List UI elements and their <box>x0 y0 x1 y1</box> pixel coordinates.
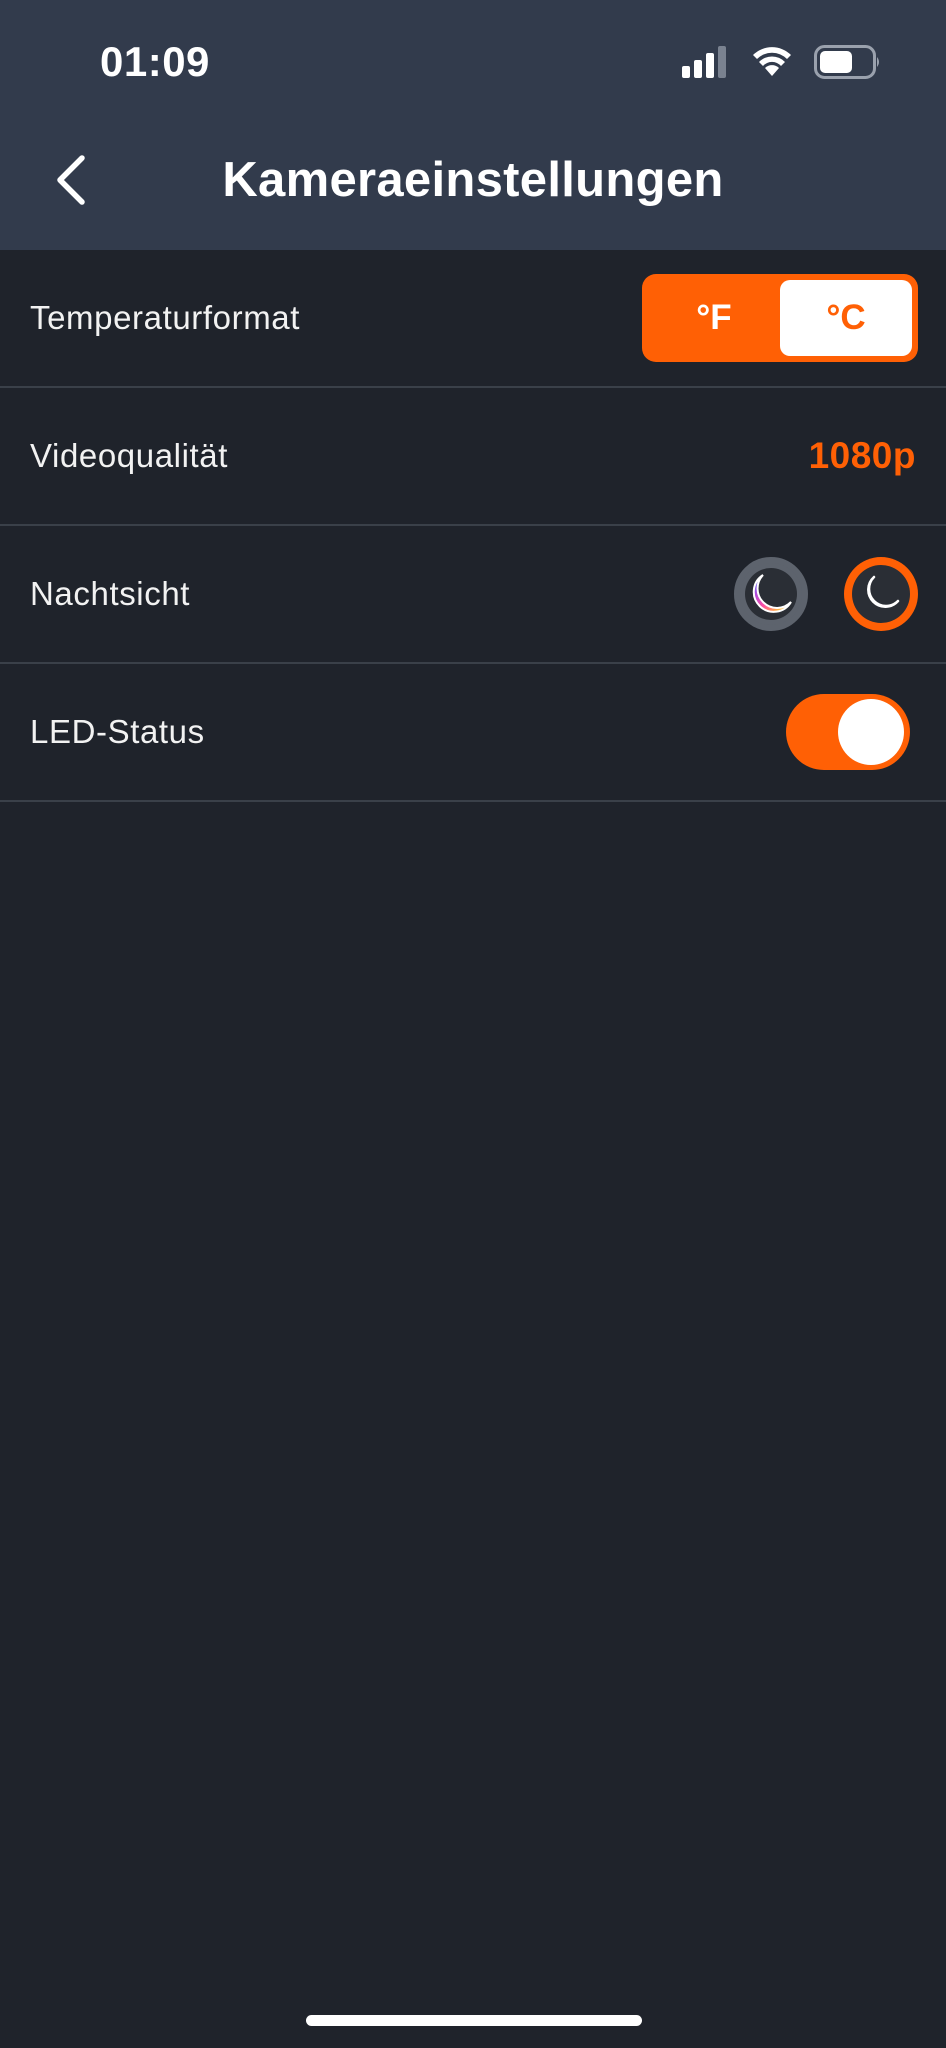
fahrenheit-option[interactable]: °F <box>648 280 780 356</box>
setting-row-temperature: Temperaturformat °F °C <box>0 250 946 388</box>
setting-row-led-status: LED-Status <box>0 664 946 802</box>
setting-row-night-vision: Nachtsicht <box>0 526 946 664</box>
video-quality-value[interactable]: 1080p <box>809 435 916 477</box>
black-white-night-vision-button[interactable] <box>844 557 918 631</box>
night-vision-label: Nachtsicht <box>30 575 191 612</box>
led-status-toggle[interactable] <box>786 694 910 770</box>
status-icons <box>682 44 882 80</box>
color-night-vision-icon <box>745 568 797 620</box>
status-time: 01:09 <box>100 38 210 85</box>
black-white-night-vision-inner <box>852 565 910 623</box>
color-night-vision-button[interactable] <box>734 557 808 631</box>
temperature-label: Temperaturformat <box>30 299 301 336</box>
celsius-option[interactable]: °C <box>780 280 912 356</box>
wifi-icon <box>753 47 791 76</box>
cellular-signal-icon <box>682 46 726 78</box>
page-title: Kameraeinstellungen <box>222 153 724 207</box>
temperature-segmented-control: °F °C <box>642 274 918 362</box>
led-status-label: LED-Status <box>30 713 205 750</box>
home-indicator <box>306 2015 642 2026</box>
night-vision-options <box>734 557 918 631</box>
battery-icon <box>814 45 879 79</box>
setting-row-video-quality[interactable]: Videoqualität 1080p <box>0 388 946 526</box>
app-header: 01:09 Kameraeinstellungen <box>0 0 946 250</box>
black-white-night-vision-icon <box>867 575 900 608</box>
video-quality-label: Videoqualität <box>30 437 229 474</box>
settings-list: Temperaturformat °F °C Videoqualität 108… <box>0 250 946 802</box>
toggle-knob <box>838 699 904 765</box>
